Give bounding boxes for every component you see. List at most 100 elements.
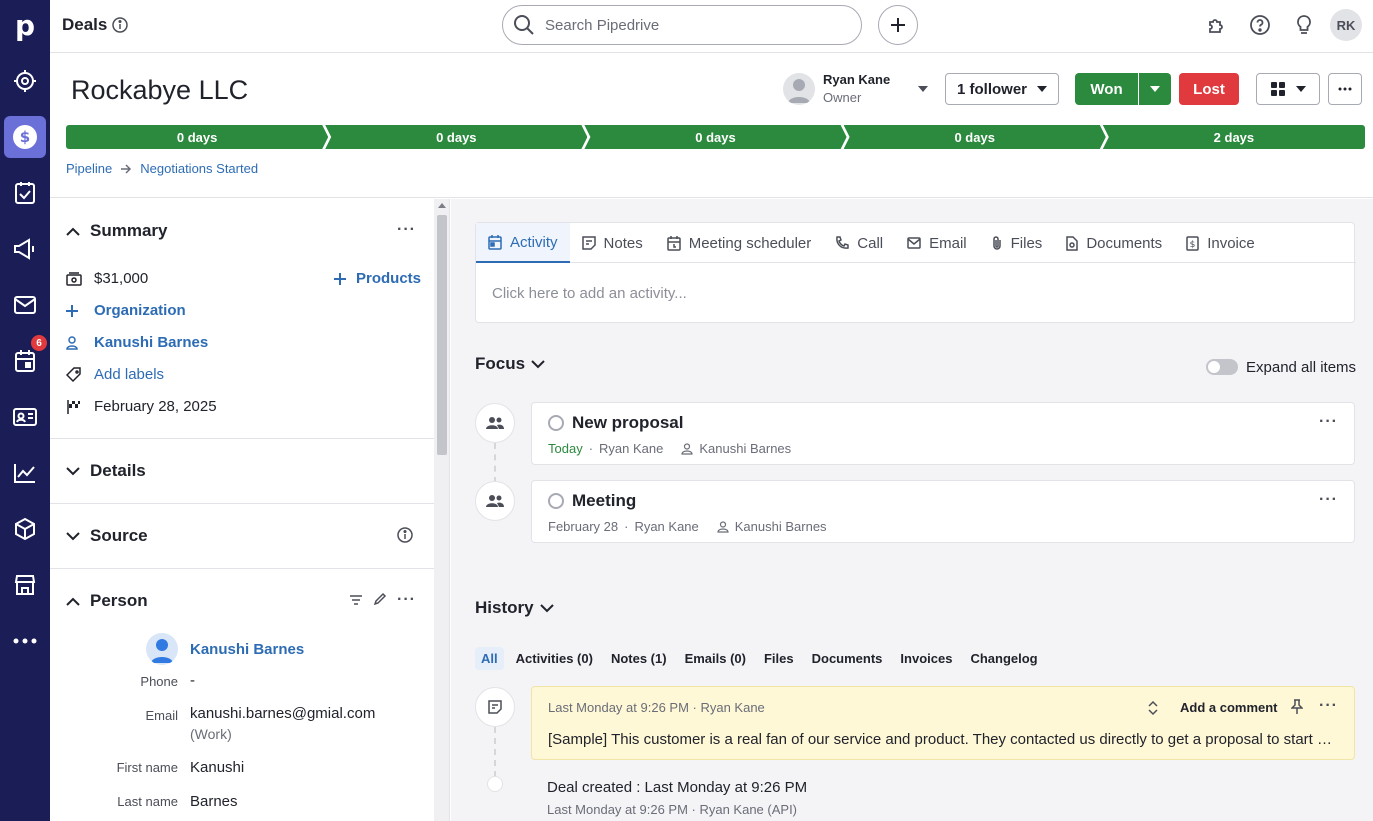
person-name-link[interactable]: Kanushi Barnes <box>190 641 304 658</box>
tab-call[interactable]: Call <box>823 223 895 263</box>
activity-person[interactable]: Kanushi Barnes <box>699 441 791 456</box>
extensions-icon[interactable] <box>1204 12 1230 38</box>
summary-header[interactable]: Summary <box>66 221 167 241</box>
history-tab-files[interactable]: Files <box>758 647 800 670</box>
focus-activity-card[interactable]: New proposal Today · Ryan Kane Kanushi Ba… <box>531 402 1355 465</box>
owner-name: Ryan Kane <box>823 72 891 87</box>
history-tab-emails[interactable]: Emails (0) <box>679 647 752 670</box>
person-header[interactable]: Person <box>66 591 148 611</box>
tab-notes[interactable]: Notes <box>570 223 655 263</box>
deal-value[interactable]: $31,000 <box>94 270 148 287</box>
focus-activity-card[interactable]: Meeting February 28 · Ryan Kane Kanushi B… <box>531 480 1355 543</box>
note-more-icon[interactable]: ··· <box>1319 697 1338 715</box>
activity-owner: Ryan Kane <box>599 441 664 456</box>
breadcrumb-stage[interactable]: Negotiations Started <box>140 161 258 176</box>
tab-meeting-scheduler[interactable]: Meeting scheduler <box>655 223 824 263</box>
lost-button[interactable]: Lost <box>1179 73 1239 105</box>
add-comment-button[interactable]: Add a comment <box>1180 700 1278 715</box>
search-input[interactable] <box>545 16 835 34</box>
won-button[interactable]: Won <box>1075 73 1138 105</box>
page-title: Deals <box>62 15 129 35</box>
activity-more-icon[interactable]: ··· <box>1319 491 1338 509</box>
tab-activity[interactable]: Activity <box>476 223 570 263</box>
document-icon <box>1066 235 1079 251</box>
nav-activities-icon[interactable] <box>4 172 46 214</box>
details-header[interactable]: Details <box>66 461 146 481</box>
expand-all-toggle[interactable] <box>1206 359 1238 375</box>
filter-icon[interactable] <box>349 594 363 606</box>
history-note-card[interactable]: Last Monday at 9:26 PM · Ryan Kane Add a… <box>531 686 1355 760</box>
add-activity-placeholder[interactable]: Click here to add an activity... <box>492 285 687 302</box>
layout-view-button[interactable] <box>1256 73 1320 105</box>
more-actions-button[interactable] <box>1328 73 1362 105</box>
first-name-value[interactable]: Kanushi <box>190 759 244 776</box>
nav-products-icon[interactable] <box>4 508 46 550</box>
tab-documents[interactable]: Documents <box>1054 223 1174 263</box>
user-avatar[interactable]: RK <box>1330 9 1362 41</box>
deal-title[interactable]: Rockabye LLC <box>71 75 248 106</box>
won-dropdown-button[interactable] <box>1139 73 1171 105</box>
pin-icon[interactable] <box>1291 699 1303 715</box>
tab-invoice[interactable]: $ Invoice <box>1174 223 1267 263</box>
pipeline-stage-3[interactable]: 0 days <box>584 125 846 149</box>
note-type-icon <box>475 687 515 727</box>
scrollbar-thumb[interactable] <box>437 215 447 455</box>
history-tab-invoices[interactable]: Invoices <box>894 647 958 670</box>
summary-more-icon[interactable]: ··· <box>397 221 416 239</box>
tab-email[interactable]: Email <box>895 223 979 263</box>
pipeline-stage-2[interactable]: 0 days <box>325 125 587 149</box>
tips-bulb-icon[interactable] <box>1291 12 1317 38</box>
person-link[interactable]: Kanushi Barnes <box>66 334 208 351</box>
breadcrumb-pipeline[interactable]: Pipeline <box>66 161 112 176</box>
search-box[interactable] <box>502 5 862 45</box>
edit-pencil-icon[interactable] <box>373 592 387 606</box>
nav-marketplace-icon[interactable] <box>4 564 46 606</box>
pipeline-stage-4[interactable]: 0 days <box>844 125 1106 149</box>
activity-done-checkbox[interactable] <box>548 493 564 509</box>
help-icon[interactable] <box>1247 12 1273 38</box>
pipeline-stage-5[interactable]: 2 days <box>1102 125 1366 149</box>
person-section: Person ··· Kanushi Barnes Phone - Email … <box>50 569 434 821</box>
arrow-right-icon <box>120 163 132 174</box>
activity-done-checkbox[interactable] <box>548 415 564 431</box>
add-organization-link[interactable]: Organization <box>66 302 186 319</box>
pipedrive-logo[interactable]: p <box>0 0 50 50</box>
close-date[interactable]: February 28, 2025 <box>94 398 217 415</box>
products-link[interactable]: Products <box>334 270 421 287</box>
quick-add-button[interactable] <box>878 5 918 45</box>
expand-collapse-icon[interactable] <box>1148 700 1158 716</box>
history-tab-documents[interactable]: Documents <box>806 647 889 670</box>
followers-button[interactable]: 1 follower <box>945 73 1059 105</box>
tab-files[interactable]: Files <box>979 223 1055 263</box>
email-value-link[interactable]: kanushi.barnes@gmial.com <box>190 705 375 722</box>
phone-value[interactable]: - <box>190 672 195 689</box>
history-tab-all[interactable]: All <box>475 647 504 670</box>
person-more-icon[interactable]: ··· <box>397 591 416 609</box>
add-labels-link[interactable]: Add labels <box>66 366 164 383</box>
history-tab-activities[interactable]: Activities (0) <box>510 647 599 670</box>
nav-more-icon[interactable] <box>4 620 46 662</box>
scroll-up-arrow[interactable] <box>438 203 446 208</box>
nav-mail-icon[interactable] <box>4 284 46 326</box>
main-nav: p $ 6 <box>0 0 50 821</box>
owner-selector[interactable]: Ryan Kane Owner <box>783 72 929 105</box>
phone-icon <box>835 236 850 250</box>
focus-header[interactable]: Focus <box>475 354 545 374</box>
history-header[interactable]: History <box>475 598 554 618</box>
source-header[interactable]: Source <box>66 526 148 546</box>
nav-insights-icon[interactable] <box>4 452 46 494</box>
nav-deals-icon[interactable]: $ <box>4 116 46 158</box>
activity-person[interactable]: Kanushi Barnes <box>735 519 827 534</box>
last-name-value[interactable]: Barnes <box>190 793 238 810</box>
info-icon[interactable] <box>112 17 129 33</box>
activity-date: Today <box>548 441 583 456</box>
nav-leads-icon[interactable] <box>4 60 46 102</box>
left-panel-scrollbar[interactable] <box>434 199 450 821</box>
pipeline-stage-1[interactable]: 0 days <box>66 125 328 149</box>
info-icon[interactable] <box>397 527 413 543</box>
history-tab-notes[interactable]: Notes (1) <box>605 647 673 670</box>
nav-contacts-icon[interactable] <box>4 396 46 438</box>
nav-campaigns-icon[interactable] <box>4 228 46 270</box>
history-tab-changelog[interactable]: Changelog <box>964 647 1043 670</box>
activity-more-icon[interactable]: ··· <box>1319 413 1338 431</box>
